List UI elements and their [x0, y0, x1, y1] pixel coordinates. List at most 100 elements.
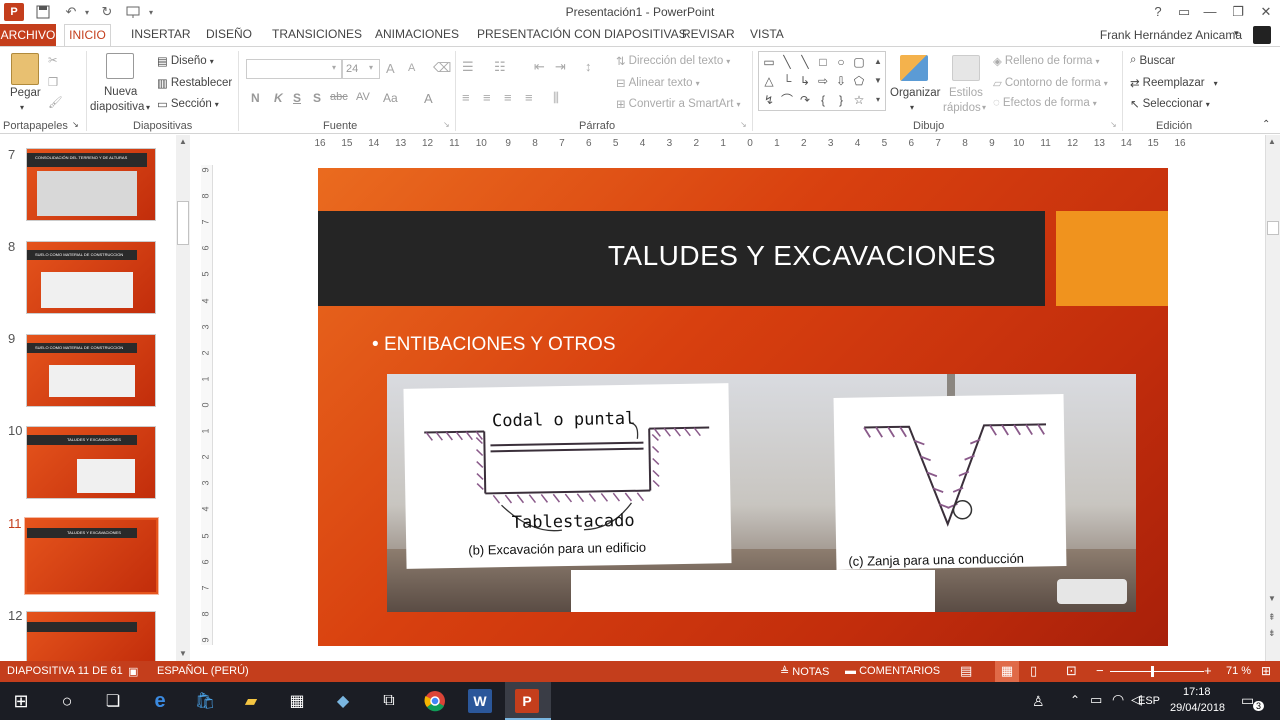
new-slide-button[interactable]: diapositiva: [90, 101, 144, 113]
tab-slideshow[interactable]: PRESENTACIÓN CON DIAPOSITIVAS: [477, 27, 687, 41]
account-picture-icon[interactable]: [1253, 26, 1271, 44]
find-button[interactable]: ⌕ Buscar: [1130, 54, 1175, 67]
elbow-connector-icon[interactable]: └: [779, 73, 795, 89]
bold-button[interactable]: N: [251, 91, 260, 105]
zoom-in-button[interactable]: +: [1204, 663, 1212, 678]
user-account[interactable]: Frank Hernández Anicama: [1100, 28, 1242, 42]
previous-slide-icon[interactable]: ⇞: [1268, 612, 1276, 623]
oval-shape-icon[interactable]: ○: [833, 54, 849, 70]
font-launcher-icon[interactable]: ↘: [443, 120, 450, 129]
quick-styles-label-1[interactable]: Estilos: [949, 87, 983, 99]
notes-app-icon[interactable]: ◆: [330, 688, 356, 714]
word-icon[interactable]: W: [468, 689, 492, 713]
drawing-launcher-icon[interactable]: ↘: [1110, 120, 1117, 129]
canvas-scroll-thumb[interactable]: [1267, 221, 1279, 235]
clipboard-launcher-icon[interactable]: ↘: [72, 120, 79, 129]
character-spacing-button[interactable]: AV: [356, 91, 370, 103]
quick-styles-icon[interactable]: [952, 55, 980, 81]
canvas-scroll-down-icon[interactable]: ▼: [1268, 594, 1276, 603]
quick-styles-dropdown-icon[interactable]: ▾: [982, 103, 986, 112]
replace-button[interactable]: ⇄ Reemplazar ▾: [1130, 76, 1218, 90]
slide-thumbnail-9[interactable]: SUELO COMO MATERIAL DE CONSTRUCCION: [26, 334, 156, 407]
collapse-ribbon-icon[interactable]: ⌃: [1262, 119, 1270, 130]
notes-button[interactable]: ≜ NOTAS: [780, 665, 829, 678]
reading-view-icon[interactable]: ▯: [1030, 663, 1037, 679]
paste-dropdown-icon[interactable]: ▾: [20, 103, 24, 112]
canvas-scroll-up-icon[interactable]: ▲: [1268, 137, 1276, 146]
battery-icon[interactable]: ▭: [1090, 692, 1102, 708]
numbering-icon[interactable]: ☷: [494, 59, 506, 75]
slide-thumbnail-10[interactable]: TALUDES Y EXCAVACIONES: [26, 426, 156, 499]
font-name-dropdown-icon[interactable]: ▾: [332, 63, 336, 72]
zoom-level[interactable]: 71 %: [1226, 665, 1251, 677]
thumbnail-scroll-thumb[interactable]: [177, 201, 189, 245]
scroll-up-icon[interactable]: ▲: [179, 137, 187, 146]
file-explorer-icon[interactable]: ▰: [238, 688, 264, 714]
clock-time[interactable]: 17:18: [1183, 686, 1211, 698]
clock-date[interactable]: 29/04/2018: [1170, 702, 1225, 714]
increase-indent-icon[interactable]: ⇥: [555, 59, 566, 75]
quick-styles-button[interactable]: rápidos: [943, 102, 981, 114]
tab-insert[interactable]: INSERTAR: [131, 27, 191, 41]
slide-title[interactable]: TALUDES Y EXCAVACIONES: [318, 240, 996, 272]
ribbon-display-options-icon[interactable]: ▭: [1172, 2, 1196, 22]
line-spacing-icon[interactable]: ↕: [585, 59, 592, 74]
gallery-up-icon[interactable]: ▲: [870, 54, 886, 70]
copy-icon[interactable]: ❐: [48, 75, 58, 89]
user-dropdown-icon[interactable]: ▾: [1234, 28, 1239, 39]
show-hidden-icons[interactable]: ⌃: [1070, 693, 1080, 707]
shape-effects-button[interactable]: ◌ Efectos de forma ▾: [993, 97, 1097, 109]
comments-button[interactable]: ▬ COMENTARIOS: [845, 665, 940, 677]
people-icon[interactable]: ♙: [1032, 693, 1045, 710]
input-language[interactable]: ESP: [1138, 695, 1160, 707]
gallery-more-icon[interactable]: ▾: [870, 92, 886, 108]
powerpoint-icon[interactable]: P: [515, 689, 539, 713]
align-text-button[interactable]: ⊟ Alinear texto ▾: [616, 76, 700, 90]
font-name-box[interactable]: [246, 59, 342, 79]
shape-fill-button[interactable]: ◈ Relleno de forma ▾: [993, 54, 1099, 68]
spell-check-icon[interactable]: ▣: [128, 665, 138, 678]
help-button[interactable]: ?: [1146, 2, 1170, 22]
restore-button[interactable]: ❐: [1226, 2, 1250, 22]
new-slide-icon[interactable]: [106, 53, 134, 79]
zoom-slider-thumb[interactable]: [1151, 666, 1155, 677]
right-brace-icon[interactable]: }: [833, 92, 849, 108]
tab-home[interactable]: INICIO: [64, 24, 111, 46]
calculator-icon[interactable]: ▦: [284, 688, 310, 714]
align-center-icon[interactable]: ≡: [483, 90, 491, 105]
italic-button[interactable]: K: [274, 91, 283, 105]
new-slide-dropdown-icon[interactable]: ▾: [146, 103, 150, 112]
slide-sorter-view-icon[interactable]: ▦: [995, 661, 1019, 682]
tab-view[interactable]: VISTA: [750, 27, 784, 41]
columns-icon[interactable]: ⫼: [553, 90, 559, 106]
star-shape-icon[interactable]: ☆: [851, 92, 867, 108]
format-painter-icon[interactable]: 🖌: [48, 95, 63, 109]
curve-shape-icon[interactable]: ↯: [761, 92, 777, 108]
slideshow-view-icon[interactable]: ⊡: [1066, 663, 1077, 679]
arrange-button[interactable]: Organizar: [890, 87, 941, 99]
arrange-icon[interactable]: [900, 55, 928, 81]
edge-browser-icon[interactable]: e: [147, 688, 173, 714]
language-indicator[interactable]: ESPAÑOL (PERÚ): [157, 665, 249, 677]
canvas-scrollbar[interactable]: ▲ ▼ ⇞ ⇟: [1265, 135, 1280, 661]
close-button[interactable]: ✕: [1254, 2, 1278, 22]
elbow-arrow-icon[interactable]: ↳: [797, 73, 813, 89]
line-shape-icon[interactable]: ╲: [779, 54, 795, 70]
store-icon[interactable]: 🛍: [192, 688, 218, 714]
font-color-button[interactable]: A: [424, 91, 433, 106]
clear-formatting-icon[interactable]: ⌫: [433, 60, 451, 76]
left-brace-icon[interactable]: {: [815, 92, 831, 108]
tab-design[interactable]: DISEÑO: [206, 27, 252, 41]
arrow-line-shape-icon[interactable]: ╲: [797, 54, 813, 70]
section-button[interactable]: ▭ Sección ▾: [157, 97, 219, 111]
chrome-icon[interactable]: [422, 688, 448, 714]
align-right-icon[interactable]: ≡: [504, 90, 512, 105]
slide-bullet[interactable]: • ENTIBACIONES Y OTROS: [372, 334, 616, 356]
normal-view-icon[interactable]: ▤: [960, 663, 972, 679]
strikethrough-button[interactable]: abc: [330, 91, 348, 103]
search-icon[interactable]: ○: [54, 688, 80, 714]
slide-thumbnail-11-active[interactable]: TALUDES Y EXCAVACIONES: [24, 517, 159, 595]
zoom-out-button[interactable]: −: [1096, 663, 1104, 678]
shape-outline-button[interactable]: ▱ Contorno de forma ▾: [993, 76, 1108, 90]
tab-transitions[interactable]: TRANSICIONES: [272, 27, 362, 41]
